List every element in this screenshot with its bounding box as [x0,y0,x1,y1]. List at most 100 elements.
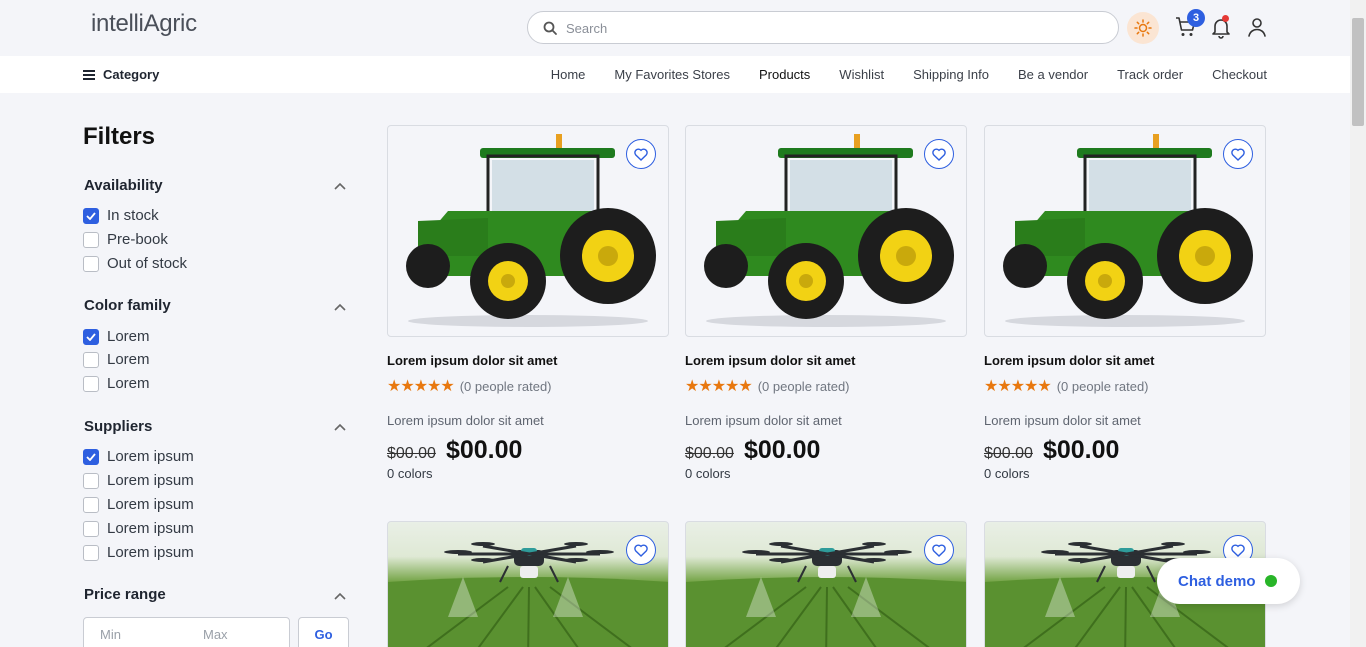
notification-dot [1222,15,1229,22]
heart-icon [1231,147,1245,161]
filter-option-color[interactable]: Lorem [83,328,150,345]
filter-option-color[interactable]: Lorem [83,375,150,392]
product-colors: 0 colors [984,466,1030,481]
filter-option-label: Lorem ipsum [107,472,194,489]
logo[interactable]: intelliAgric [91,10,197,38]
product-price: $00.00 $00.00 [685,436,820,465]
wishlist-button[interactable] [1223,139,1253,169]
page-scrollbar[interactable] [1350,0,1366,647]
heart-icon [1231,543,1245,557]
product-colors: 0 colors [685,466,731,481]
nav-link-wishlist[interactable]: Wishlist [839,67,884,82]
price-range-inputs [83,617,290,647]
nav-link-checkout[interactable]: Checkout [1212,67,1267,82]
chevron-up-icon[interactable] [334,182,346,190]
chat-demo-button[interactable]: Chat demo [1157,558,1300,604]
chat-label: Chat demo [1178,572,1256,590]
category-label: Category [103,67,160,82]
filter-option-pre-book[interactable]: Pre-book [83,231,168,248]
product-image-tractor[interactable] [984,125,1266,337]
theme-toggle-button[interactable] [1127,12,1159,44]
nav-link-favorites-stores[interactable]: My Favorites Stores [614,67,730,82]
price-range-title: Price range [84,586,166,603]
drone-image [388,542,668,647]
checkbox-checked[interactable] [83,207,99,224]
checkbox[interactable] [83,351,99,368]
filter-option-color[interactable]: Lorem [83,351,150,368]
nav-link-shipping-info[interactable]: Shipping Info [913,67,989,82]
checkbox-checked[interactable] [83,328,99,345]
chevron-up-icon[interactable] [334,592,346,600]
product-rating: ★★★★★ (0 people rated) [984,376,1149,396]
cart-count-badge: 3 [1187,9,1205,27]
chevron-up-icon[interactable] [334,423,346,431]
product-image-drone[interactable] [387,521,669,647]
old-price: $00.00 [387,445,436,462]
price-min-input[interactable] [84,618,187,647]
heart-icon [634,147,648,161]
filter-option-label: Lorem [107,328,150,345]
search-icon [543,21,557,35]
filter-option-in-stock[interactable]: In stock [83,207,159,224]
online-status-dot [1264,575,1277,587]
filter-option-supplier[interactable]: Lorem ipsum [83,448,194,465]
product-image-tractor[interactable] [387,125,669,337]
checkbox[interactable] [83,520,99,537]
nav-link-home[interactable]: Home [551,67,586,82]
nav-bar: Category Home My Favorites Stores Produc… [0,56,1350,93]
product-description: Lorem ipsum dolor sit amet [685,413,842,428]
product-rating: ★★★★★ (0 people rated) [387,376,552,396]
filter-option-out-of-stock[interactable]: Out of stock [83,255,187,272]
product-title[interactable]: Lorem ipsum dolor sit amet [984,353,1154,368]
filter-option-label: Lorem ipsum [107,448,194,465]
checkbox[interactable] [83,544,99,561]
filter-option-supplier[interactable]: Lorem ipsum [83,472,194,489]
filter-option-label: In stock [107,207,159,224]
category-menu-button[interactable]: Category [83,67,159,82]
nav-link-track-order[interactable]: Track order [1117,67,1183,82]
price-max-input[interactable] [187,618,290,647]
rating-count: (0 people rated) [757,378,850,394]
star-rating-icons: ★★★★★ [984,378,1052,395]
checkbox[interactable] [83,496,99,513]
chevron-up-icon[interactable] [334,303,346,311]
price-go-button[interactable]: Go [298,617,349,647]
wishlist-button[interactable] [924,535,954,565]
star-rating-icons: ★★★★★ [387,378,455,395]
current-price: $00.00 [743,436,821,464]
product-rating: ★★★★★ (0 people rated) [685,376,850,396]
filter-option-label: Lorem [107,351,150,368]
star-rating-icons: ★★★★★ [685,378,753,395]
sun-icon [1134,19,1152,37]
search-input[interactable] [566,16,1106,40]
heart-icon [932,147,946,161]
product-image-tractor[interactable] [685,125,967,337]
checkbox[interactable] [83,375,99,392]
availability-title: Availability [84,177,163,194]
filter-option-supplier[interactable]: Lorem ipsum [83,544,194,561]
nav-link-products[interactable]: Products [759,67,810,82]
checkbox-checked[interactable] [83,448,99,465]
checkbox[interactable] [83,472,99,489]
scrollbar-thumb[interactable] [1352,18,1364,126]
search-bar[interactable] [527,11,1119,44]
checkbox[interactable] [83,255,99,272]
wishlist-button[interactable] [924,139,954,169]
filter-option-supplier[interactable]: Lorem ipsum [83,520,194,537]
wishlist-button[interactable] [626,535,656,565]
wishlist-button[interactable] [626,139,656,169]
product-description: Lorem ipsum dolor sit amet [984,413,1141,428]
nav-link-be-a-vendor[interactable]: Be a vendor [1018,67,1088,82]
current-price: $00.00 [1042,436,1120,464]
filter-option-label: Lorem ipsum [107,544,194,561]
product-image-drone[interactable] [685,521,967,647]
checkbox[interactable] [83,231,99,248]
filter-option-supplier[interactable]: Lorem ipsum [83,496,194,513]
product-price: $00.00 $00.00 [984,436,1119,465]
current-price: $00.00 [445,436,523,464]
old-price: $00.00 [984,445,1033,462]
product-title[interactable]: Lorem ipsum dolor sit amet [387,353,557,368]
user-icon[interactable] [1246,16,1268,38]
product-title[interactable]: Lorem ipsum dolor sit amet [685,353,855,368]
drone-image [686,542,966,647]
